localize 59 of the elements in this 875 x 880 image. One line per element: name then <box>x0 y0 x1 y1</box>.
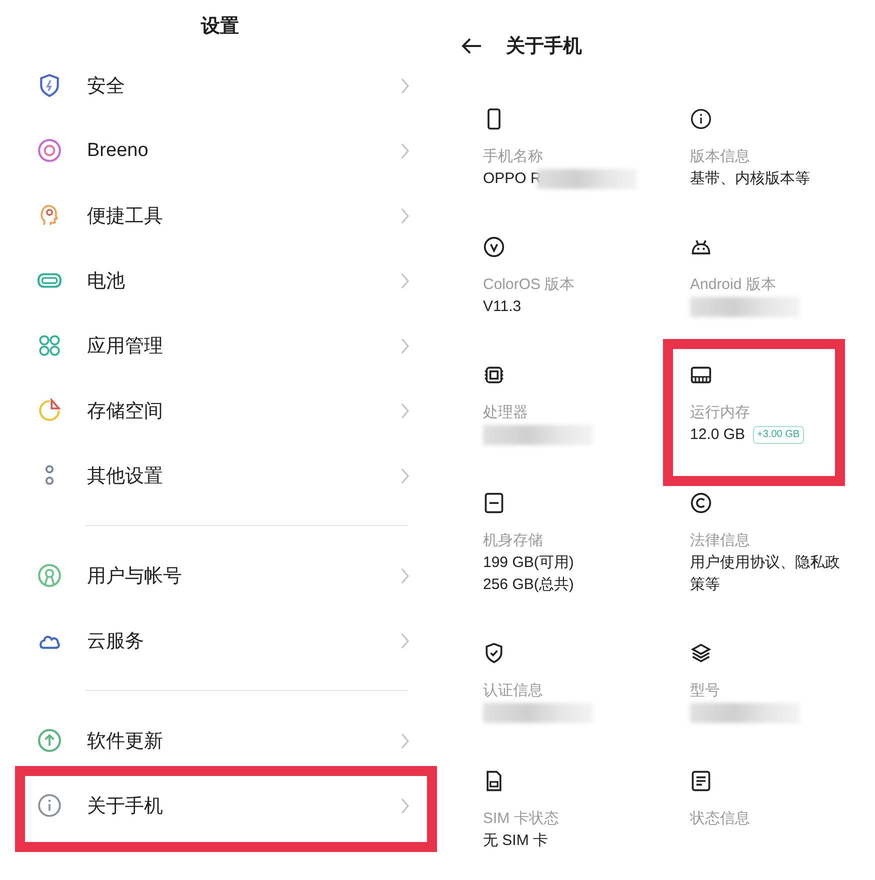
settings-item[interactable]: 软件更新 <box>0 708 440 773</box>
settings-item[interactable]: 安全 <box>0 53 440 118</box>
chevron-icon <box>400 76 410 94</box>
pie-chart-icon <box>37 398 62 423</box>
chevron-icon <box>400 206 410 224</box>
info-label: 手机名称 <box>483 147 544 167</box>
document-icon <box>690 770 712 792</box>
chevron-icon <box>400 796 410 814</box>
chevron-icon <box>400 732 410 750</box>
settings-item[interactable]: 电池 <box>0 248 440 313</box>
memory-icon <box>690 364 712 386</box>
info-value: 基带、内核版本等 <box>690 169 811 189</box>
settings-item[interactable]: 便捷工具 <box>0 183 440 248</box>
storage-icon <box>483 492 505 514</box>
screen-title: 关于手机 <box>506 34 582 59</box>
info-label: ColorOS 版本 <box>483 275 576 295</box>
info-value: V11.3 <box>483 297 522 317</box>
info-label: 版本信息 <box>690 147 751 167</box>
info-label: Android 版本 <box>690 275 777 295</box>
settings-item[interactable]: 关于手机 <box>0 773 440 838</box>
settings-item[interactable]: Breeno <box>0 118 440 183</box>
settings-item[interactable]: 应用管理 <box>0 313 440 378</box>
settings-item[interactable]: 存储空间 <box>0 378 440 443</box>
info-label: SIM 卡状态 <box>483 809 560 829</box>
chevron-icon <box>400 402 410 420</box>
chevron-icon <box>400 142 410 160</box>
ring-icon <box>37 138 62 163</box>
settings-item[interactable]: 其他设置 <box>0 443 440 508</box>
chevron-icon <box>400 336 410 354</box>
shield-check-icon <box>483 642 505 664</box>
chevron-icon <box>400 466 410 484</box>
info-value: OPPO R <box>483 169 542 189</box>
chip-icon <box>483 364 505 386</box>
chevron-icon <box>400 272 410 290</box>
info-value: 199 GB(可用) 256 GB(总共) <box>483 553 575 595</box>
info-icon <box>37 793 62 818</box>
screen-title: 设置 <box>201 15 239 39</box>
info-label: 状态信息 <box>690 809 751 829</box>
info-value: 无 SIM 卡 <box>483 831 550 851</box>
grid-icon <box>37 333 62 358</box>
shield-icon <box>37 73 62 98</box>
layers-icon <box>690 642 712 664</box>
info-value: 用户使用协议、隐私政策等 <box>690 553 841 595</box>
memory-extension-badge: +3.00 GB <box>753 426 804 444</box>
info-label: 机身存储 <box>483 531 544 551</box>
info-label: 运行内存 <box>690 403 751 423</box>
info-label: 型号 <box>690 681 721 701</box>
settings-item[interactable]: 云服务 <box>0 608 440 673</box>
info-icon <box>690 108 712 130</box>
copyright-icon <box>690 492 712 514</box>
info-label: 法律信息 <box>690 531 751 551</box>
info-label: 处理器 <box>483 403 529 423</box>
v-circle-icon <box>483 236 505 258</box>
info-label: 认证信息 <box>483 681 544 701</box>
settings-item[interactable]: 用户与帐号 <box>0 543 440 608</box>
info-value: 12.0 GB <box>690 425 746 445</box>
user-icon <box>37 563 62 588</box>
chevron-icon <box>400 632 410 650</box>
chevron-icon <box>400 566 410 584</box>
